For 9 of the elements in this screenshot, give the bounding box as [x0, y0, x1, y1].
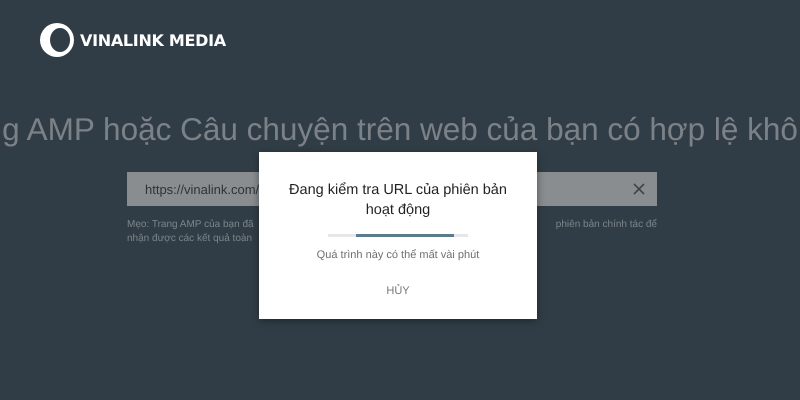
logo-icon [40, 23, 74, 57]
logo-text: VINALINK MEDIA [80, 30, 226, 50]
cancel-button[interactable]: HỦY [378, 281, 418, 301]
close-icon[interactable] [633, 183, 645, 195]
tip-text: phiên bản chính tác để [556, 218, 657, 232]
dialog-message: Quá trình này có thể mất vài phút [316, 249, 480, 261]
tip-text: nhận được các kết quả toàn [127, 232, 253, 246]
page-heading: g AMP hoặc Câu chuyện trên web của bạn có hợp lệ khô [2, 111, 798, 149]
tip-text: Mẹo: Trang AMP của bạn đã [127, 218, 254, 232]
